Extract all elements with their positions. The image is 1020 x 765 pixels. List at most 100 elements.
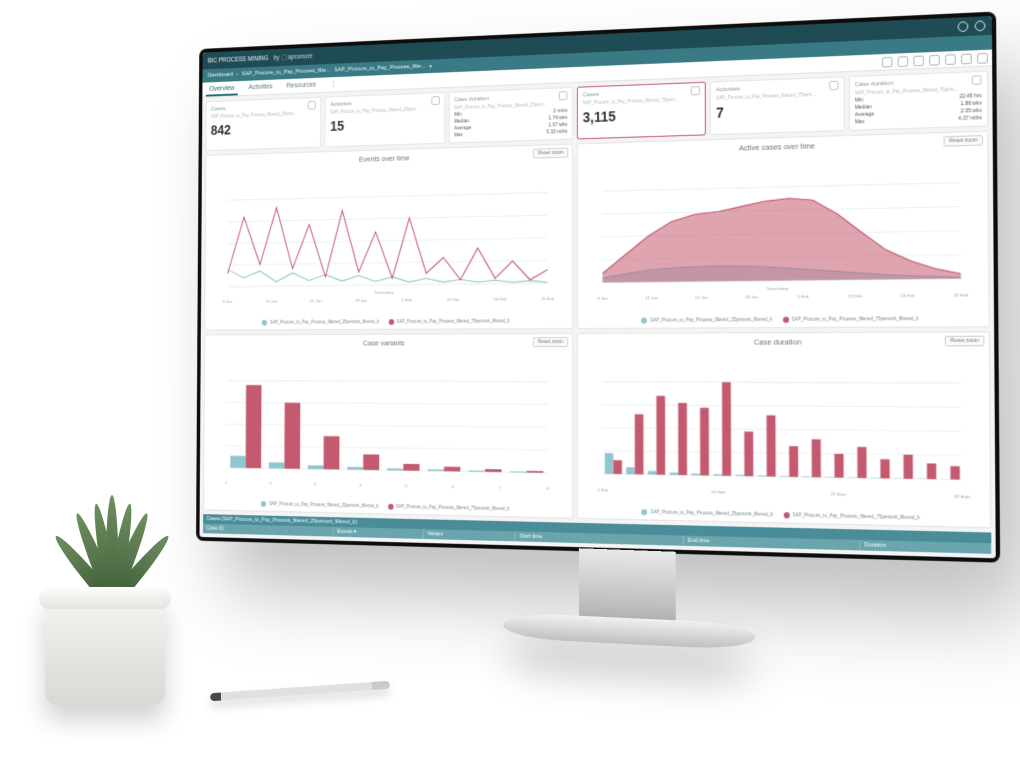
tab-overview[interactable]: Overview	[206, 83, 238, 97]
chart-title: Case duration	[584, 336, 983, 346]
svg-text:25 Feb: 25 Feb	[954, 293, 969, 299]
kpi-value: 842	[211, 119, 316, 138]
monitor-stand	[503, 545, 755, 707]
kpi-duration-b: Case duration SAP_Procure_to_Pay_Process…	[848, 71, 988, 131]
kpi-value: 3,115	[583, 105, 701, 125]
kpi-activities-a: Activities SAP_Procure_to_Pay_Process_fi…	[325, 92, 445, 147]
brand-logo: BIC PROCESS MINING	[208, 55, 268, 64]
svg-text:Timestamp: Timestamp	[766, 285, 788, 290]
crumb-log-a[interactable]: SAP_Procure_to_Pay_Process_filte...	[242, 68, 331, 78]
kpi-activities-b: Activities SAP_Procure_to_Pay_Process_fi…	[710, 76, 844, 135]
chart-active-cases: Reset zoom Active cases over time 8 Jan1…	[577, 131, 990, 329]
svg-text:15 Jan: 15 Jan	[645, 295, 658, 300]
svg-text:19 Feb: 19 Feb	[900, 293, 915, 298]
col-case-id[interactable]: Case ID	[203, 524, 334, 537]
expand-icon[interactable]	[559, 91, 568, 100]
delete-icon[interactable]	[913, 55, 924, 66]
gear-icon[interactable]	[829, 81, 838, 91]
kpi-title: Cases	[583, 91, 599, 98]
reset-zoom-button[interactable]: Reset zoom	[945, 335, 984, 346]
kpi-duration-a: Case duration SAP_Procure_to_Pay_Process…	[449, 87, 574, 144]
chart-title: Case variants	[210, 338, 566, 348]
svg-text:15 Jan: 15 Jan	[266, 299, 278, 304]
chart-legend: SAP_Procure_to_Pay_Process_filtered_25pe…	[210, 318, 566, 326]
pen-decoration	[210, 681, 390, 702]
svg-text:25 Feb: 25 Feb	[541, 296, 554, 301]
svg-text:22 Jan: 22 Jan	[695, 295, 709, 300]
reset-zoom-button[interactable]: Reset zoom	[944, 135, 983, 147]
filter-icon[interactable]	[308, 101, 316, 110]
svg-text:5 Feb: 5 Feb	[402, 298, 413, 303]
chart-case-variants: Reset zoom Case variants 1 2 3 4 5 6 7 8 SAP_Pr…	[203, 333, 573, 519]
col-variant[interactable]: Variant	[424, 529, 516, 541]
kpi-title: Cases	[211, 106, 226, 112]
legend-item: SAP_Procure_to_Pay_Process_filtered_25pe…	[262, 319, 379, 325]
kpi-title: Activities	[716, 86, 740, 93]
refresh-icon[interactable]	[961, 54, 972, 65]
tab-more[interactable]: ⋮	[327, 78, 340, 92]
svg-text:5: 5	[405, 483, 408, 488]
svg-text:8: 8	[546, 486, 549, 491]
settings-icon[interactable]	[977, 53, 988, 64]
svg-text:6: 6	[452, 484, 455, 489]
user-icon[interactable]	[975, 20, 986, 31]
svg-text:10 days: 10 days	[711, 489, 726, 495]
chart-case-duration: Reset zoom Case duration 0 day 10 days 22 …	[577, 331, 991, 528]
svg-text:7: 7	[499, 485, 502, 490]
expand-icon[interactable]	[929, 55, 940, 66]
plant-pot	[45, 595, 165, 705]
chevron-down-icon[interactable]: ▾	[429, 63, 432, 70]
tab-activities[interactable]: Activities	[245, 81, 276, 95]
svg-text:22 days: 22 days	[831, 491, 847, 497]
col-duration[interactable]: Duration	[860, 540, 991, 554]
help-icon[interactable]	[958, 21, 969, 32]
export-icon[interactable]	[898, 56, 909, 67]
brand-byline: by ⬚ apromore	[273, 52, 312, 61]
legend-item: SAP_Procure_to_Pay_Process_filtered_75pe…	[782, 315, 918, 322]
gear-icon[interactable]	[431, 96, 439, 105]
kpi-value: 15	[330, 115, 439, 134]
legend-item: SAP_Procure_to_Pay_Process_filtered_25pe…	[641, 316, 772, 323]
svg-text:8 Jan: 8 Jan	[597, 296, 608, 301]
bookmark-icon[interactable]	[882, 57, 893, 68]
kpi-cases-a: Cases SAP_Procure_to_Pay_Process_filtere…	[205, 97, 321, 151]
chart-events-over-time: Reset zoom Events over time 8 Jan15 Jan2…	[204, 144, 573, 331]
svg-text:3: 3	[314, 481, 317, 486]
svg-text:29 Jan: 29 Jan	[355, 298, 367, 303]
kpi-value: 7	[716, 100, 838, 121]
filter-icon[interactable]	[691, 86, 700, 95]
svg-text:Timestamp: Timestamp	[374, 289, 394, 294]
svg-text:29 Jan: 29 Jan	[745, 294, 759, 299]
svg-text:8 Jan: 8 Jan	[223, 299, 233, 304]
chevron-right-icon: ›	[236, 72, 238, 78]
expand-icon[interactable]	[972, 75, 982, 85]
svg-text:5 Feb: 5 Feb	[797, 294, 809, 299]
share-icon[interactable]	[945, 54, 956, 65]
legend-item: SAP_Procure_to_Pay_Process_filtered_25pe…	[261, 501, 378, 509]
svg-text:12 Feb: 12 Feb	[848, 294, 863, 299]
svg-text:1: 1	[225, 480, 228, 485]
kpi-title: Case duration	[454, 96, 489, 103]
kpi-cases-b: Cases SAP_Procure_to_Pay_Process_filtere…	[577, 82, 706, 140]
reset-zoom-button[interactable]: Reset zoom	[533, 148, 568, 159]
monitor: BIC PROCESS MINING by ⬚ apromore Dashboa…	[160, 30, 990, 550]
legend-item: SAP_Procure_to_Pay_Process_filtered_25pe…	[642, 509, 773, 518]
kpi-title: Case duration	[855, 80, 894, 88]
legend-item: SAP_Procure_to_Pay_Process_filtered_75pe…	[388, 318, 510, 325]
legend-item: SAP_Procure_to_Pay_Process_filtered_75pe…	[783, 512, 920, 521]
chart-legend: SAP_Procure_to_Pay_Process_filtered_25pe…	[584, 315, 983, 323]
kpi-title: Activities	[330, 101, 351, 108]
col-events[interactable]: Events ▾	[334, 527, 424, 539]
tab-resources[interactable]: Resources	[283, 80, 320, 94]
crumb-log-b[interactable]: SAP_Procure_to_Pay_Process_filte...	[334, 64, 425, 74]
svg-text:12 Feb: 12 Feb	[447, 297, 460, 302]
svg-text:40 days: 40 days	[954, 493, 970, 499]
svg-text:4: 4	[359, 482, 362, 487]
svg-text:0 day: 0 day	[597, 487, 608, 492]
crumb-dashboard[interactable]: Dashboard	[208, 72, 233, 79]
svg-text:19 Feb: 19 Feb	[494, 297, 507, 302]
reset-zoom-button[interactable]: Reset zoom	[533, 337, 568, 347]
legend-item: SAP_Procure_to_Pay_Process_filtered_75pe…	[388, 504, 510, 513]
svg-text:2: 2	[269, 481, 272, 486]
svg-text:22 Jan: 22 Jan	[310, 298, 322, 303]
